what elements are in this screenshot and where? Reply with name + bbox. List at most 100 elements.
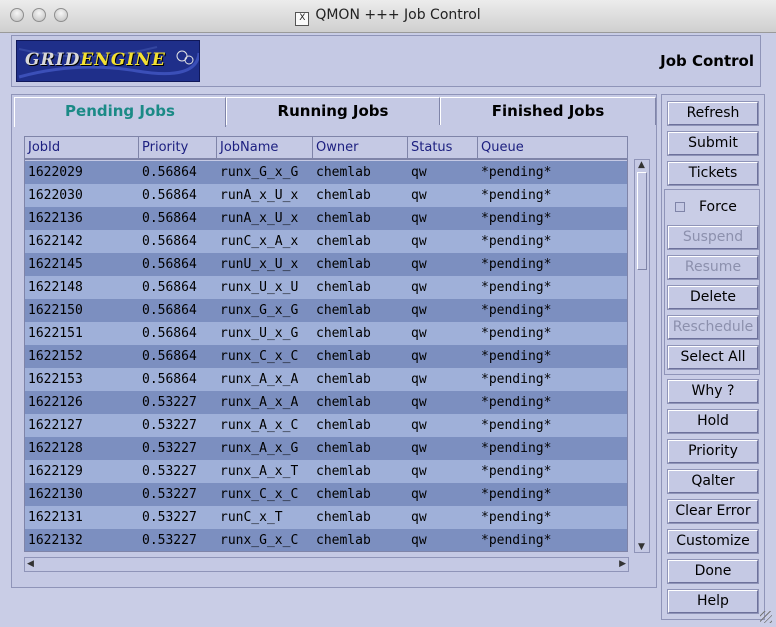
scroll-down-arrow-icon[interactable]: ▼ [638, 542, 645, 552]
cell-jobid: 1622136 [28, 211, 83, 226]
column-header-owner[interactable]: Owner [313, 137, 408, 158]
column-header-status[interactable]: Status [408, 137, 478, 158]
cell-priority: 0.53227 [142, 441, 197, 456]
resize-grip-icon[interactable] [760, 611, 772, 623]
cell-jobname: runx_A_x_A [220, 372, 299, 387]
cell-queue: *pending* [481, 487, 552, 502]
suspend-button[interactable]: Suspend [667, 225, 759, 250]
cell-owner: chemlab [316, 211, 371, 226]
vertical-scrollbar[interactable]: ▲ ▼ [634, 159, 650, 553]
cell-jobid: 1622029 [28, 165, 83, 180]
cell-jobid: 1622129 [28, 464, 83, 479]
table-row[interactable]: 1622130 0.53227 runx_C_x_C chemlab qw *pendin… [25, 483, 627, 506]
table-row[interactable]: 1622153 0.56864 runx_A_x_A chemlab qw *pendin… [25, 368, 627, 391]
column-header-priority[interactable]: Priority [139, 137, 217, 158]
clear-error-button[interactable]: Clear Error [667, 499, 759, 524]
qalter-button[interactable]: Qalter [667, 469, 759, 494]
table-row[interactable]: 1622127 0.53227 runx_A_x_C chemlab qw *pendin… [25, 414, 627, 437]
cell-queue: *pending* [481, 326, 552, 341]
table-row[interactable]: 1622126 0.53227 runx_A_x_A chemlab qw *pendin… [25, 391, 627, 414]
window-title: QMON +++ Job Control [315, 7, 481, 23]
table-row[interactable]: 1622132 0.53227 runx_G_x_C chemlab qw *pendin… [25, 529, 627, 551]
logo-text: GRIDENGINE [25, 50, 166, 70]
cell-queue: *pending* [481, 418, 552, 433]
cell-queue: *pending* [481, 533, 552, 548]
cell-priority: 0.56864 [142, 234, 197, 249]
cell-queue: *pending* [481, 349, 552, 364]
table-row[interactable]: 1622030 0.56864 runA_x_U_x chemlab qw *pendin… [25, 184, 627, 207]
table-row[interactable]: 1622136 0.56864 runA_x_U_x chemlab qw *pendin… [25, 207, 627, 230]
table-row[interactable]: 1622142 0.56864 runC_x_A_x chemlab qw *pendin… [25, 230, 627, 253]
table-row[interactable]: 1622128 0.53227 runx_A_x_G chemlab qw *pendin… [25, 437, 627, 460]
cell-owner: chemlab [316, 257, 371, 272]
table-row[interactable]: 1622131 0.53227 runC_x_T chemlab qw *pending* [25, 506, 627, 529]
cell-queue: *pending* [481, 188, 552, 203]
cell-owner: chemlab [316, 326, 371, 341]
reschedule-button[interactable]: Reschedule [667, 315, 759, 340]
table-row[interactable]: 1622029 0.56864 runx_G_x_G chemlab qw *pendin… [25, 161, 627, 184]
cell-owner: chemlab [316, 349, 371, 364]
cell-jobname: runx_C_x_C [220, 349, 299, 364]
scroll-left-arrow-icon[interactable]: ◀ [27, 559, 34, 569]
cell-jobid: 1622150 [28, 303, 83, 318]
horizontal-scrollbar[interactable]: ◀ ▶ [24, 557, 629, 572]
cell-priority: 0.53227 [142, 487, 197, 502]
cell-queue: *pending* [481, 165, 552, 180]
cell-jobname: runx_U_x_U [220, 280, 299, 295]
cell-jobname: runx_U_x_G [220, 326, 299, 341]
tab-finished-jobs[interactable]: Finished Jobs [440, 97, 656, 125]
cell-jobid: 1622148 [28, 280, 83, 295]
cell-owner: chemlab [316, 188, 371, 203]
cell-jobid: 1622128 [28, 441, 83, 456]
cell-queue: *pending* [481, 257, 552, 272]
scroll-right-arrow-icon[interactable]: ▶ [619, 559, 626, 569]
cell-jobname: runx_A_x_A [220, 395, 299, 410]
table-row[interactable]: 1622145 0.56864 runU_x_U_x chemlab qw *pendin… [25, 253, 627, 276]
priority-button[interactable]: Priority [667, 439, 759, 464]
cell-queue: *pending* [481, 510, 552, 525]
page-title: Job Control [660, 52, 754, 70]
jobs-panel: Pending Jobs Running Jobs Finished Jobs … [11, 94, 657, 588]
cell-status: qw [411, 533, 427, 548]
submit-button[interactable]: Submit [667, 131, 759, 156]
cell-queue: *pending* [481, 234, 552, 249]
why-button[interactable]: Why ? [667, 379, 759, 404]
cell-status: qw [411, 395, 427, 410]
customize-button[interactable]: Customize [667, 529, 759, 554]
cell-owner: chemlab [316, 418, 371, 433]
cell-status: qw [411, 464, 427, 479]
table-row[interactable]: 1622150 0.56864 runx_G_x_G chemlab qw *pendin… [25, 299, 627, 322]
cell-queue: *pending* [481, 441, 552, 456]
tickets-button[interactable]: Tickets [667, 161, 759, 186]
resume-button[interactable]: Resume [667, 255, 759, 280]
delete-button[interactable]: Delete [667, 285, 759, 310]
force-toggle[interactable]: Force [675, 199, 737, 215]
cell-priority: 0.56864 [142, 257, 197, 272]
cell-owner: chemlab [316, 372, 371, 387]
cell-priority: 0.53227 [142, 510, 197, 525]
refresh-button[interactable]: Refresh [667, 101, 759, 126]
table-row[interactable]: 1622148 0.56864 runx_U_x_U chemlab qw *pendin… [25, 276, 627, 299]
gridengine-logo: GRIDENGINE [16, 40, 200, 82]
tab-running-jobs[interactable]: Running Jobs [226, 97, 440, 125]
vertical-scroll-thumb[interactable] [637, 172, 647, 270]
scroll-up-arrow-icon[interactable]: ▲ [638, 160, 645, 170]
cell-priority: 0.53227 [142, 418, 197, 433]
cell-queue: *pending* [481, 211, 552, 226]
force-checkbox[interactable] [675, 202, 685, 212]
table-row[interactable]: 1622152 0.56864 runx_C_x_C chemlab qw *pendin… [25, 345, 627, 368]
table-row[interactable]: 1622129 0.53227 runx_A_x_T chemlab qw *pendin… [25, 460, 627, 483]
column-header-queue[interactable]: Queue [478, 137, 627, 158]
select-all-button[interactable]: Select All [667, 345, 759, 370]
cell-owner: chemlab [316, 280, 371, 295]
help-button[interactable]: Help [667, 589, 759, 614]
cell-jobname: runx_G_x_C [220, 533, 299, 548]
table-row[interactable]: 1622151 0.56864 runx_U_x_G chemlab qw *pendin… [25, 322, 627, 345]
column-header-jobid[interactable]: JobId [25, 137, 139, 158]
done-button[interactable]: Done [667, 559, 759, 584]
column-header-jobname[interactable]: JobName [217, 137, 313, 158]
hold-button[interactable]: Hold [667, 409, 759, 434]
cell-jobid: 1622153 [28, 372, 83, 387]
table-header: JobId Priority JobName Owner Status Queu… [25, 137, 627, 160]
tab-pending-jobs[interactable]: Pending Jobs [14, 97, 226, 127]
